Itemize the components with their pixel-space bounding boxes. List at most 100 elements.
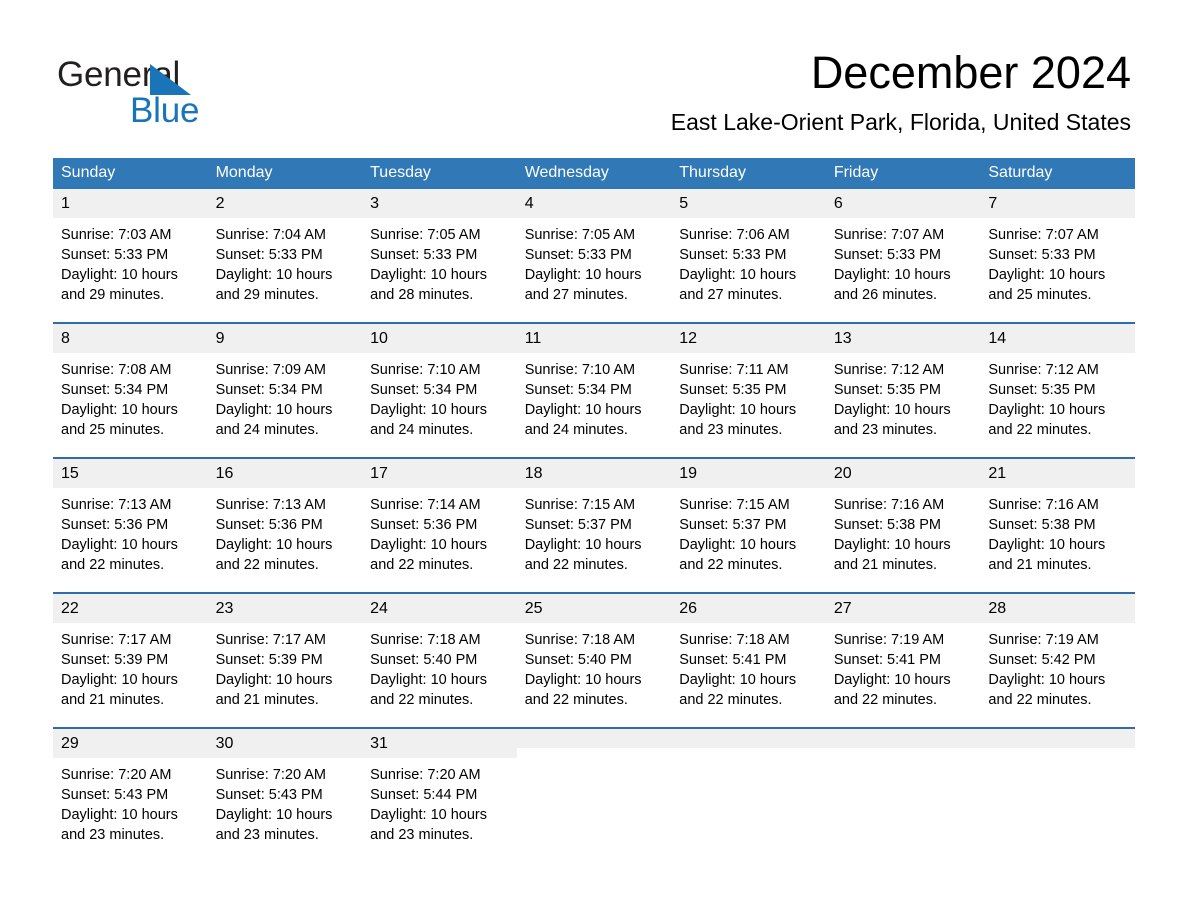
day-cell[interactable]: 10 Sunrise: 7:10 AM Sunset: 5:34 PM Dayligh…: [362, 322, 517, 458]
sunrise-text: Sunrise: 7:13 AM: [215, 497, 326, 513]
day-details: [517, 748, 672, 852]
calendar-page: General Blue December 2024 East Lake-Ori…: [0, 0, 1188, 918]
day-details: Sunrise: 7:13 AM Sunset: 5:36 PM Daylight:…: [208, 488, 363, 592]
day-cell[interactable]: 27 Sunrise: 7:19 AM Sunset: 5:41 PM Dayligh…: [825, 592, 981, 728]
day-cell[interactable]: 22 Sunrise: 7:17 AM Sunset: 5:39 PM Dayligh…: [53, 592, 208, 728]
day-number: 11: [516, 324, 672, 353]
day-cell[interactable]: 13 Sunrise: 7:12 AM Sunset: 5:35 PM Dayligh…: [825, 322, 981, 458]
day-cell[interactable]: 5 Sunrise: 7:06 AM Sunset: 5:33 PM Daylight…: [671, 189, 826, 323]
daylight-text: Daylight: 10 hours and 26 minutes.: [833, 267, 951, 303]
daylight-text: Daylight: 10 hours and 27 minutes.: [524, 267, 642, 303]
day-number: 18: [516, 459, 672, 488]
daylight-text: Daylight: 10 hours and 22 minutes.: [833, 672, 951, 708]
daylight-text: Daylight: 10 hours and 22 minutes.: [524, 537, 642, 573]
sunrise-text: Sunrise: 7:12 AM: [988, 362, 1099, 378]
day-cell[interactable]: 31 Sunrise: 7:20 AM Sunset: 5:44 PM Dayligh…: [362, 727, 517, 862]
sunrise-text: Sunrise: 7:18 AM: [370, 632, 481, 648]
day-cell[interactable]: 14 Sunrise: 7:12 AM Sunset: 5:35 PM Dayligh…: [980, 322, 1135, 458]
day-cell[interactable]: 16 Sunrise: 7:13 AM Sunset: 5:36 PM Dayligh…: [207, 457, 363, 593]
day-details: Sunrise: 7:04 AM Sunset: 5:33 PM Daylight:…: [208, 218, 363, 322]
day-cell[interactable]: 24 Sunrise: 7:18 AM Sunset: 5:40 PM Dayligh…: [362, 592, 517, 728]
day-cell[interactable]: 18 Sunrise: 7:15 AM Sunset: 5:37 PM Dayligh…: [516, 457, 672, 593]
calendar-week-row: 22 Sunrise: 7:17 AM Sunset: 5:39 PM Dayligh…: [53, 592, 1135, 728]
sunset-text: Sunset: 5:33 PM: [61, 247, 169, 263]
sunrise-text: Sunrise: 7:09 AM: [215, 362, 326, 378]
day-cell[interactable]: 12 Sunrise: 7:11 AM Sunset: 5:35 PM Dayligh…: [671, 322, 826, 458]
sunrise-text: Sunrise: 7:15 AM: [679, 497, 790, 513]
day-cell[interactable]: 8 Sunrise: 7:08 AM Sunset: 5:34 PM Daylight…: [53, 322, 208, 458]
daylight-text: Daylight: 10 hours and 22 minutes.: [988, 402, 1106, 438]
sunrise-text: Sunrise: 7:17 AM: [61, 632, 172, 648]
sunset-text: Sunset: 5:37 PM: [679, 517, 787, 533]
daylight-text: Daylight: 10 hours and 22 minutes.: [679, 672, 797, 708]
day-details: Sunrise: 7:12 AM Sunset: 5:35 PM Daylight:…: [826, 353, 981, 457]
day-details: [826, 748, 981, 852]
day-cell[interactable]: 30 Sunrise: 7:20 AM Sunset: 5:43 PM Dayligh…: [207, 727, 363, 862]
title-block: December 2024 East Lake-Orient Park, Flo…: [671, 45, 1131, 136]
day-number: [980, 729, 1135, 748]
day-cell[interactable]: 26 Sunrise: 7:18 AM Sunset: 5:41 PM Dayligh…: [671, 592, 826, 728]
sunrise-text: Sunrise: 7:16 AM: [833, 497, 945, 513]
day-details: Sunrise: 7:17 AM Sunset: 5:39 PM Daylight:…: [208, 623, 363, 727]
day-cell-empty: [980, 727, 1135, 862]
sunrise-text: Sunrise: 7:17 AM: [215, 632, 326, 648]
day-number: 17: [362, 459, 517, 488]
day-number: [671, 729, 826, 748]
day-details: Sunrise: 7:05 AM Sunset: 5:33 PM Daylight:…: [362, 218, 517, 322]
day-number: 5: [671, 189, 826, 218]
day-cell[interactable]: 9 Sunrise: 7:09 AM Sunset: 5:34 PM Daylight…: [207, 322, 363, 458]
weekday-header-friday: Friday: [825, 158, 981, 189]
daylight-text: Daylight: 10 hours and 29 minutes.: [61, 267, 178, 303]
sunrise-text: Sunrise: 7:15 AM: [524, 497, 636, 513]
day-details: Sunrise: 7:16 AM Sunset: 5:38 PM Daylight:…: [826, 488, 981, 592]
day-cell[interactable]: 19 Sunrise: 7:15 AM Sunset: 5:37 PM Dayligh…: [671, 457, 826, 593]
sunrise-text: Sunrise: 7:19 AM: [988, 632, 1099, 648]
sunset-text: Sunset: 5:35 PM: [833, 382, 942, 398]
sunrise-sunset-calendar: Sunday Monday Tuesday Wednesday Thursday…: [53, 158, 1135, 862]
day-details: Sunrise: 7:03 AM Sunset: 5:33 PM Daylight:…: [53, 218, 208, 322]
day-details: Sunrise: 7:12 AM Sunset: 5:35 PM Daylight:…: [980, 353, 1135, 457]
sunset-text: Sunset: 5:42 PM: [988, 652, 1096, 668]
day-details: Sunrise: 7:06 AM Sunset: 5:33 PM Daylight:…: [671, 218, 826, 322]
daylight-text: Daylight: 10 hours and 29 minutes.: [215, 267, 333, 303]
day-cell[interactable]: 28 Sunrise: 7:19 AM Sunset: 5:42 PM Dayligh…: [980, 592, 1135, 728]
sunset-text: Sunset: 5:40 PM: [370, 652, 478, 668]
day-cell[interactable]: 1 Sunrise: 7:03 AM Sunset: 5:33 PM Daylight…: [53, 189, 208, 323]
day-details: Sunrise: 7:10 AM Sunset: 5:34 PM Daylight:…: [517, 353, 672, 457]
daylight-text: Daylight: 10 hours and 22 minutes.: [215, 537, 333, 573]
weekday-header-tuesday: Tuesday: [362, 158, 517, 189]
day-cell[interactable]: 2 Sunrise: 7:04 AM Sunset: 5:33 PM Daylight…: [207, 189, 363, 323]
day-number: 9: [207, 324, 363, 353]
sunset-text: Sunset: 5:44 PM: [370, 787, 478, 803]
day-number: 30: [207, 729, 363, 758]
sunset-text: Sunset: 5:33 PM: [833, 247, 942, 263]
sunset-text: Sunset: 5:33 PM: [679, 247, 787, 263]
day-cell[interactable]: 29 Sunrise: 7:20 AM Sunset: 5:43 PM Dayligh…: [53, 727, 208, 862]
sunrise-text: Sunrise: 7:19 AM: [833, 632, 945, 648]
day-cell[interactable]: 23 Sunrise: 7:17 AM Sunset: 5:39 PM Dayligh…: [207, 592, 363, 728]
day-cell[interactable]: 7 Sunrise: 7:07 AM Sunset: 5:33 PM Daylight…: [980, 189, 1135, 323]
day-cell[interactable]: 15 Sunrise: 7:13 AM Sunset: 5:36 PM Dayligh…: [53, 457, 208, 593]
day-details: Sunrise: 7:15 AM Sunset: 5:37 PM Daylight:…: [671, 488, 826, 592]
day-number: 10: [362, 324, 517, 353]
day-cell[interactable]: 4 Sunrise: 7:05 AM Sunset: 5:33 PM Daylight…: [516, 189, 672, 323]
sunrise-text: Sunrise: 7:18 AM: [679, 632, 790, 648]
day-details: Sunrise: 7:13 AM Sunset: 5:36 PM Daylight:…: [53, 488, 208, 592]
day-cell[interactable]: 21 Sunrise: 7:16 AM Sunset: 5:38 PM Dayligh…: [980, 457, 1135, 593]
day-cell[interactable]: 17 Sunrise: 7:14 AM Sunset: 5:36 PM Dayligh…: [362, 457, 517, 593]
sunrise-text: Sunrise: 7:05 AM: [524, 227, 636, 243]
day-details: Sunrise: 7:19 AM Sunset: 5:41 PM Daylight:…: [826, 623, 981, 727]
day-number: 28: [980, 594, 1135, 623]
sunrise-text: Sunrise: 7:10 AM: [370, 362, 481, 378]
daylight-text: Daylight: 10 hours and 21 minutes.: [215, 672, 333, 708]
day-cell[interactable]: 25 Sunrise: 7:18 AM Sunset: 5:40 PM Dayligh…: [516, 592, 672, 728]
day-cell[interactable]: 6 Sunrise: 7:07 AM Sunset: 5:33 PM Daylight…: [825, 189, 981, 323]
sunset-text: Sunset: 5:38 PM: [988, 517, 1096, 533]
day-details: [671, 748, 826, 852]
day-cell[interactable]: 3 Sunrise: 7:05 AM Sunset: 5:33 PM Daylight…: [362, 189, 517, 323]
day-cell[interactable]: 11 Sunrise: 7:10 AM Sunset: 5:34 PM Dayligh…: [516, 322, 672, 458]
weekday-header-wednesday: Wednesday: [516, 158, 672, 189]
day-number: [516, 729, 672, 748]
day-cell[interactable]: 20 Sunrise: 7:16 AM Sunset: 5:38 PM Dayligh…: [825, 457, 981, 593]
sunset-text: Sunset: 5:33 PM: [370, 247, 478, 263]
